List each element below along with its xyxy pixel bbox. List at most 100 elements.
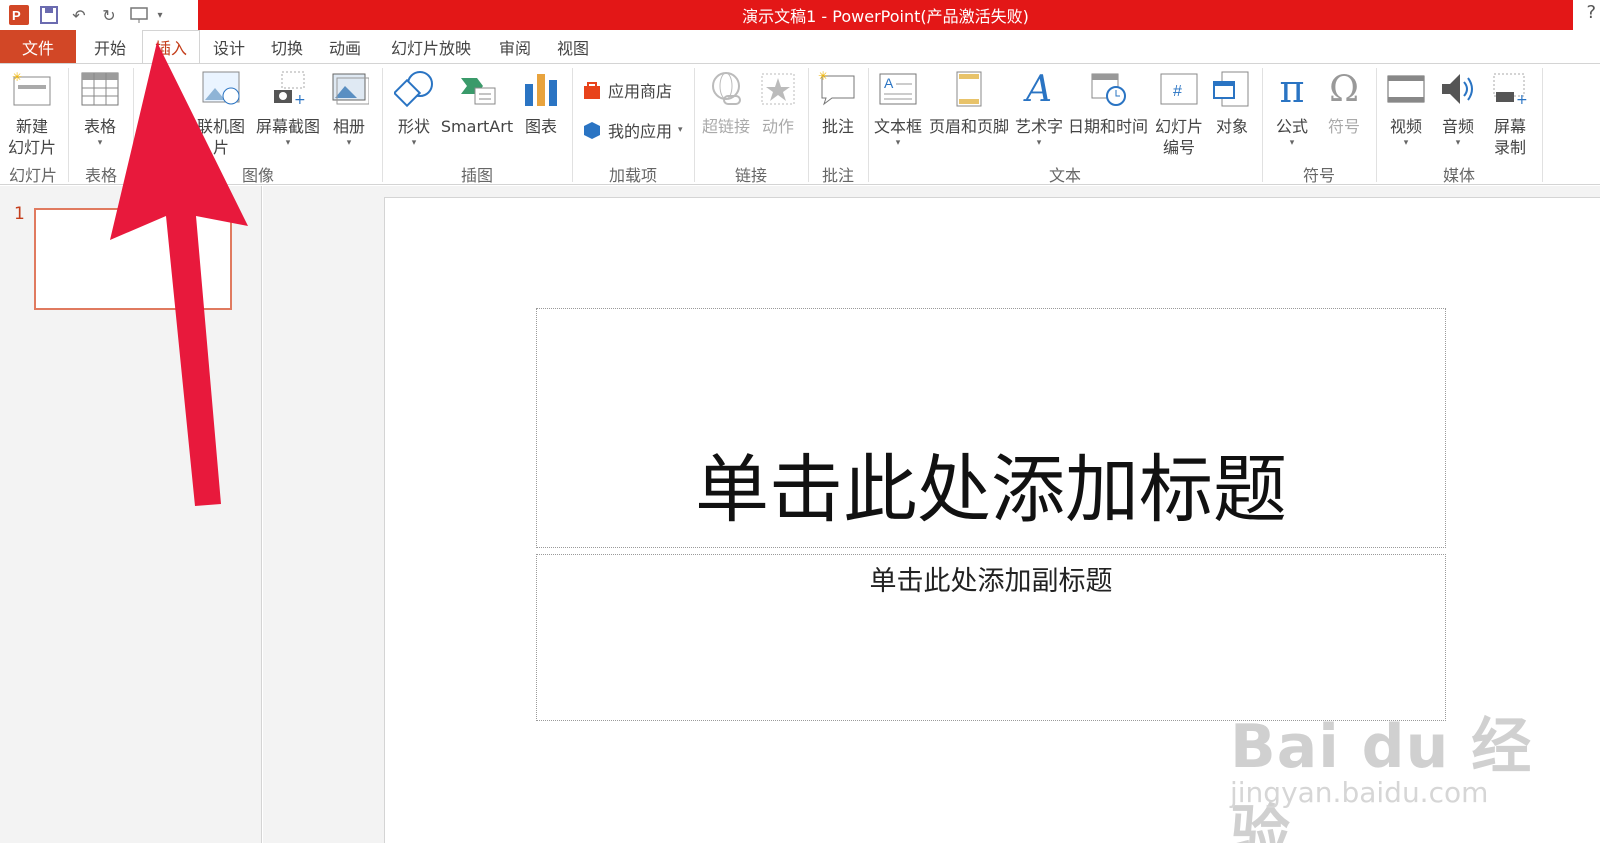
title-bar: P ↶ ↻ ▾ 演示文稿1 - PowerPoint(产品激活失败) ? — [0, 0, 1600, 30]
textbox-button[interactable]: A 文本框 ▾ — [872, 68, 924, 149]
comment-icon: ✳ — [817, 68, 859, 110]
wordart-icon: A — [1026, 68, 1052, 110]
dropdown-caret-icon: ▾ — [97, 138, 103, 148]
table-icon — [79, 68, 121, 110]
quick-access-toolbar: P ↶ ↻ ▾ — [0, 0, 198, 30]
ribbon: ✳ 新建 幻灯片 表格 ▾ 联机图片 + 屏幕截图 ▾ 相册 ▾ 形状 ▾ Sm… — [0, 63, 1600, 185]
audio-button[interactable]: 音频 ▾ — [1434, 68, 1482, 149]
hyperlink-button[interactable]: 超链接 — [698, 68, 754, 137]
dropdown-caret-icon: ▾ — [1289, 138, 1295, 148]
my-apps-icon — [584, 122, 600, 139]
group-label-text: 文本 — [1048, 166, 1081, 185]
shapes-icon — [393, 68, 435, 110]
action-star-icon — [757, 68, 799, 110]
subtitle-placeholder-text: 单击此处添加副标题 — [869, 566, 1113, 597]
dropdown-caret-icon: ▾ — [1455, 138, 1461, 148]
svg-text:P: P — [12, 8, 21, 23]
group-label-slides: 幻灯片 — [8, 166, 57, 185]
camera-icon: + — [267, 68, 309, 110]
dropdown-caret-icon: ▾ — [1403, 138, 1409, 148]
wordart-button[interactable]: A 艺术字 ▾ — [1014, 68, 1064, 149]
svg-text:#: # — [1173, 83, 1182, 100]
group-divider — [1542, 68, 1543, 182]
textbox-icon: A — [877, 68, 919, 110]
table-button[interactable]: 表格 ▾ — [76, 68, 124, 149]
screen-record-icon: + — [1489, 68, 1531, 110]
screenshot-button[interactable]: + 屏幕截图 ▾ — [254, 68, 322, 149]
slide-number-label: 1 — [14, 204, 25, 224]
action-button[interactable]: 动作 — [756, 68, 800, 137]
object-button[interactable]: 对象 — [1208, 68, 1256, 137]
header-footer-button[interactable]: 页眉和页脚 — [926, 68, 1012, 137]
watermark-brand: Bai du 经验 — [1230, 712, 1533, 843]
slide-thumbnail-pane: 1 — [0, 186, 262, 843]
tab-design[interactable]: 设计 — [204, 30, 254, 63]
online-pictures-button[interactable]: 联机图片 — [190, 68, 252, 158]
tab-slideshow[interactable]: 幻灯片放映 — [384, 30, 478, 63]
dropdown-caret-icon: ▾ — [411, 138, 417, 148]
dropdown-caret-icon: ▾ — [1036, 138, 1042, 148]
slide-number-button[interactable]: # 幻灯片 编号 — [1152, 68, 1206, 158]
group-label-links: 链接 — [734, 166, 767, 185]
watermark-url: jingyan.baidu.com — [1230, 776, 1489, 809]
slide-number-icon: # — [1158, 68, 1200, 110]
svg-text:✳: ✳ — [818, 70, 828, 83]
tab-insert[interactable]: 插入 — [142, 30, 200, 64]
screen-recording-button[interactable]: + 屏幕 录制 — [1486, 68, 1534, 158]
smartart-icon — [456, 68, 498, 110]
hyperlink-icon — [705, 68, 747, 110]
title-placeholder-text: 单击此处添加标题 — [695, 447, 1287, 533]
equation-button[interactable]: π 公式 ▾ — [1268, 68, 1316, 149]
powerpoint-logo-icon: P — [4, 2, 34, 28]
save-icon[interactable] — [34, 2, 64, 28]
tab-view[interactable]: 视图 — [548, 30, 598, 63]
redo-icon[interactable]: ↻ — [94, 2, 124, 28]
tab-file[interactable]: 文件 — [0, 30, 76, 63]
tab-transitions[interactable]: 切换 — [262, 30, 312, 63]
group-label-symbols: 符号 — [1302, 166, 1335, 185]
svg-text:A: A — [884, 75, 894, 91]
new-slide-button[interactable]: ✳ 新建 幻灯片 — [2, 68, 62, 158]
object-icon — [1211, 68, 1253, 110]
header-footer-icon — [948, 68, 990, 110]
app-store-button[interactable]: 应用商店 — [582, 78, 672, 102]
title-placeholder[interactable]: 单击此处添加标题 — [536, 308, 1446, 548]
baidu-watermark: Bai du 经验 jingyan.baidu.com — [1222, 670, 1562, 843]
online-pictures-icon — [200, 68, 242, 110]
dropdown-caret-icon: ▾ — [285, 138, 291, 148]
svg-text:+: + — [1516, 92, 1528, 108]
ribbon-tabs: 文件 开始 插入 设计 切换 动画 幻灯片放映 审阅 视图 — [0, 30, 1600, 64]
video-button[interactable]: 视频 ▾ — [1382, 68, 1430, 149]
group-label-images: 图像 — [241, 166, 274, 185]
help-icon[interactable]: ? — [1586, 2, 1596, 23]
shapes-button[interactable]: 形状 ▾ — [390, 68, 438, 149]
tab-review[interactable]: 审阅 — [490, 30, 540, 63]
dropdown-caret-icon: ▾ — [678, 125, 683, 135]
comment-button[interactable]: ✳ 批注 — [814, 68, 862, 137]
group-label-media: 媒体 — [1442, 166, 1475, 185]
photo-album-button[interactable]: 相册 ▾ — [326, 68, 372, 149]
group-label-addins: 加载项 — [608, 166, 657, 185]
pi-icon: π — [1279, 66, 1305, 111]
film-icon — [1385, 68, 1427, 110]
svg-text:✳: ✳ — [12, 71, 22, 84]
speaker-icon — [1437, 68, 1479, 110]
presentation-start-icon[interactable] — [124, 2, 154, 28]
group-label-illustrations: 插图 — [460, 166, 493, 185]
symbol-button[interactable]: Ω 符号 — [1320, 68, 1368, 137]
group-label-comments: 批注 — [821, 166, 854, 185]
smartart-button[interactable]: SmartArt — [440, 68, 514, 137]
photo-album-icon — [328, 68, 370, 110]
my-apps-button[interactable]: 我的应用 ▾ — [582, 118, 683, 142]
calendar-clock-icon — [1087, 68, 1129, 110]
date-time-button[interactable]: 日期和时间 — [1066, 68, 1150, 137]
undo-icon[interactable]: ↶ — [64, 2, 94, 28]
tab-animations[interactable]: 动画 — [320, 30, 370, 63]
group-label-tables: 表格 — [84, 166, 117, 185]
store-bag-icon — [584, 82, 600, 99]
customize-qat-icon[interactable]: ▾ — [154, 2, 166, 28]
slide-thumbnail[interactable] — [34, 208, 232, 310]
omega-icon: Ω — [1329, 68, 1359, 110]
tab-home[interactable]: 开始 — [82, 30, 138, 63]
chart-button[interactable]: 图表 — [518, 68, 564, 137]
